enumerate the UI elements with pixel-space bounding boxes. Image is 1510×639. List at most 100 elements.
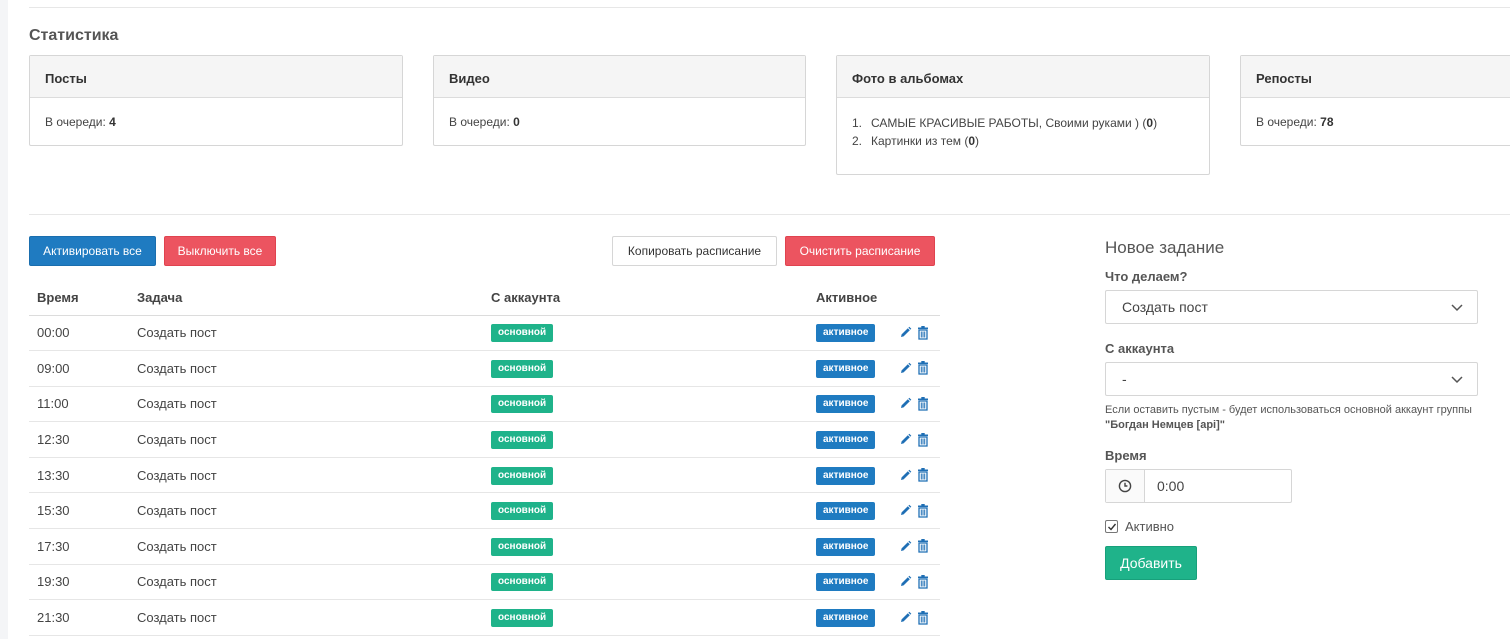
pencil-icon[interactable]	[898, 539, 912, 553]
cell-active: активное	[808, 457, 890, 494]
account-badge: основной	[491, 573, 554, 592]
column-header-account: С аккаунта	[483, 281, 808, 316]
pencil-icon[interactable]	[898, 468, 912, 482]
cell-task: Создать пост	[129, 350, 483, 387]
panel-body: В очереди: 0	[434, 98, 805, 129]
time-label: Время	[1105, 448, 1147, 463]
table-row: 11:00 Создать пост основной активное	[29, 386, 940, 423]
cell-time: 09:00	[29, 350, 129, 387]
chevron-down-icon	[1451, 371, 1463, 387]
status-badge: активное	[816, 324, 876, 343]
cell-active: активное	[808, 350, 890, 387]
cell-account: основной	[483, 315, 808, 352]
cell-task: Создать пост	[129, 599, 483, 636]
table-row: 21:30 Создать пост основной активное	[29, 599, 940, 636]
schedule-table: Время Задача С аккаунта Активное 00:00 Со…	[29, 281, 940, 636]
cell-actions	[890, 492, 940, 530]
trash-icon[interactable]	[916, 325, 930, 340]
cell-actions	[890, 599, 940, 636]
panel-body: В очереди: 4	[30, 98, 402, 129]
status-badge: активное	[816, 466, 876, 485]
pencil-icon[interactable]	[898, 433, 912, 447]
table-row: 13:30 Создать пост основной активное	[29, 457, 940, 494]
cell-actions	[890, 350, 940, 387]
trash-icon[interactable]	[916, 468, 930, 482]
cell-account: основной	[483, 599, 808, 636]
cell-time: 12:30	[29, 421, 129, 458]
pencil-icon[interactable]	[898, 397, 912, 411]
copy-schedule-button[interactable]: Копировать расписание	[612, 236, 777, 266]
panel-title: Видео	[434, 56, 805, 98]
account-badge: основной	[491, 537, 554, 556]
panel-body: 1. САМЫЕ КРАСИВЫЕ РАБОТЫ, Своими руками )…	[837, 98, 1209, 150]
task-type-select[interactable]: Создать пост	[1105, 290, 1478, 324]
schedule-rows: 00:00 Создать пост основной активное 09:00 Со…	[29, 315, 940, 636]
cell-account: основной	[483, 492, 808, 530]
cell-active: активное	[808, 492, 890, 530]
add-task-button[interactable]: Добавить	[1105, 546, 1197, 580]
account-badge: основной	[491, 466, 554, 485]
clear-schedule-button[interactable]: Очистить расписание	[785, 236, 935, 266]
section-divider	[29, 214, 1510, 215]
cell-active: активное	[808, 421, 890, 458]
account-label: С аккаунта	[1105, 341, 1175, 356]
pencil-icon[interactable]	[898, 504, 912, 518]
album-count: 0	[968, 134, 976, 148]
table-row: 15:30 Создать пост основной активное	[29, 492, 940, 530]
trash-icon[interactable]	[916, 539, 930, 554]
cell-task: Создать пост	[129, 315, 483, 352]
active-checkbox-row: Активно	[1105, 519, 1485, 534]
activate-all-button[interactable]: Активировать все	[29, 236, 156, 266]
cell-actions	[890, 457, 940, 494]
cell-task: Создать пост	[129, 564, 483, 601]
time-field[interactable]: 0:00	[1105, 469, 1292, 503]
cell-account: основной	[483, 528, 808, 565]
time-input[interactable]: 0:00	[1145, 470, 1291, 502]
active-checkbox[interactable]	[1105, 520, 1118, 533]
album-name: Картинки из тем	[871, 134, 962, 148]
account-select[interactable]: -	[1105, 362, 1478, 396]
table-header-row: Время Задача С аккаунта Активное	[29, 281, 940, 316]
column-header-time: Время	[29, 281, 129, 316]
cell-actions	[890, 528, 940, 565]
cell-actions	[890, 386, 940, 423]
cell-account: основной	[483, 564, 808, 601]
panel-body: В очереди: 78	[1241, 98, 1510, 129]
new-task-form: Новое задание Что делаем? Создать пост С…	[1105, 238, 1485, 580]
cell-account: основной	[483, 421, 808, 458]
trash-icon[interactable]	[916, 574, 930, 589]
account-value: -	[1122, 371, 1127, 387]
album-count: 0	[1146, 116, 1154, 130]
album-item[interactable]: 1. САМЫЕ КРАСИВЫЕ РАБОТЫ, Своими руками )…	[852, 114, 1194, 132]
pencil-icon[interactable]	[898, 361, 912, 375]
pencil-icon[interactable]	[898, 326, 912, 340]
chevron-down-icon	[1451, 299, 1463, 315]
status-badge: активное	[816, 431, 876, 450]
cell-time: 11:00	[29, 386, 129, 423]
stats-panel-reposts: Репосты В очереди: 78	[1240, 55, 1510, 146]
disable-all-button[interactable]: Выключить все	[164, 236, 276, 266]
trash-icon[interactable]	[916, 432, 930, 447]
cell-active: активное	[808, 599, 890, 636]
status-badge: активное	[816, 609, 876, 628]
pencil-icon[interactable]	[898, 575, 912, 589]
trash-icon[interactable]	[916, 610, 930, 625]
trash-icon[interactable]	[916, 361, 930, 376]
cell-task: Создать пост	[129, 528, 483, 565]
queue-label: В очереди:	[449, 115, 510, 129]
status-badge: активное	[816, 502, 876, 521]
column-header-task: Задача	[129, 281, 483, 316]
album-item[interactable]: 2. Картинки из тем (0)	[852, 132, 1194, 150]
table-row: 12:30 Создать пост основной активное	[29, 421, 940, 458]
account-badge: основной	[491, 502, 554, 521]
trash-icon[interactable]	[916, 396, 930, 411]
cell-active: активное	[808, 564, 890, 601]
pencil-icon[interactable]	[898, 611, 912, 625]
cell-time: 15:30	[29, 492, 129, 530]
table-row: 17:30 Создать пост основной активное	[29, 528, 940, 565]
cell-time: 00:00	[29, 315, 129, 352]
trash-icon[interactable]	[916, 503, 930, 518]
column-header-actions	[890, 281, 940, 316]
status-badge: активное	[816, 573, 876, 592]
cell-actions	[890, 315, 940, 352]
